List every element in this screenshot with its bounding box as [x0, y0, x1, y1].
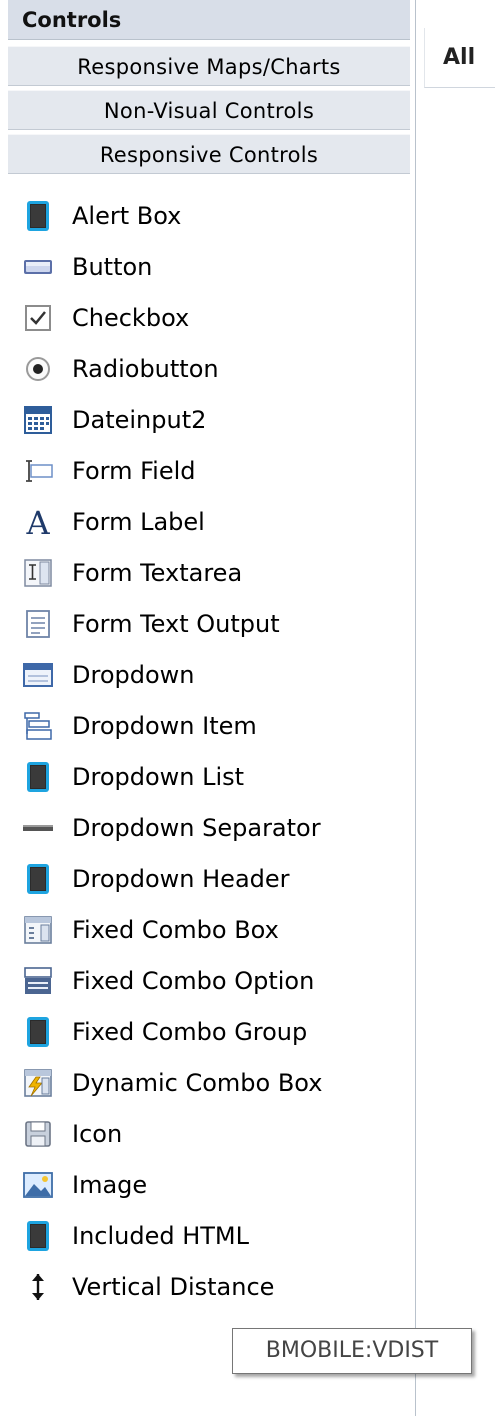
- combo-option-icon: [22, 965, 54, 997]
- control-item-label: Included HTML: [72, 1221, 250, 1250]
- control-item-label: Form Textarea: [72, 558, 243, 587]
- control-item-dropdown-separator[interactable]: Dropdown Separator: [0, 802, 410, 853]
- control-item-button[interactable]: Button: [0, 241, 410, 292]
- control-item-label: Radiobutton: [72, 354, 219, 383]
- controls-list: Alert Box Button Checkbox Radiobutton Datein…: [0, 190, 410, 1312]
- floppy-disk-icon: [22, 1118, 54, 1150]
- control-item-dynamic-combo-box[interactable]: Dynamic Combo Box: [0, 1057, 410, 1108]
- text-field-icon: [22, 455, 54, 487]
- control-item-label: Dropdown List: [72, 762, 245, 791]
- control-item-label: Form Field: [72, 456, 196, 485]
- control-item-dropdown[interactable]: Dropdown: [0, 649, 410, 700]
- combo-box-icon: [22, 914, 54, 946]
- control-item-label: Dropdown Separator: [72, 813, 321, 842]
- section-header-responsive-controls[interactable]: Responsive Controls: [8, 134, 410, 174]
- control-item-image[interactable]: Image: [0, 1159, 410, 1210]
- control-item-label: Image: [72, 1170, 148, 1199]
- control-item-label: Form Label: [72, 507, 205, 536]
- control-item-dropdown-list[interactable]: Dropdown List: [0, 751, 410, 802]
- section-header-non-visual-controls[interactable]: Non-Visual Controls: [8, 90, 410, 130]
- phone-frame-icon: [22, 761, 54, 793]
- control-item-label: Dropdown: [72, 660, 195, 689]
- radio-icon: [22, 353, 54, 385]
- phone-frame-icon: [22, 200, 54, 232]
- control-item-label: Icon: [72, 1119, 123, 1148]
- control-item-label: Alert Box: [72, 201, 182, 230]
- textarea-icon: [22, 557, 54, 589]
- control-item-radiobutton[interactable]: Radiobutton: [0, 343, 410, 394]
- control-item-form-field[interactable]: Form Field: [0, 445, 410, 496]
- control-item-label: Vertical Distance: [72, 1272, 275, 1301]
- control-item-label: Dynamic Combo Box: [72, 1068, 323, 1097]
- control-item-label: Dropdown Header: [72, 864, 290, 893]
- control-item-vertical-distance[interactable]: Vertical Distance: [0, 1261, 410, 1312]
- dynamic-combo-icon: [22, 1067, 54, 1099]
- control-item-checkbox[interactable]: Checkbox: [0, 292, 410, 343]
- control-item-form-label[interactable]: Form Label: [0, 496, 410, 547]
- control-item-label: Fixed Combo Group: [72, 1017, 308, 1046]
- control-item-label: Checkbox: [72, 303, 190, 332]
- controls-panel: Controls Responsive Maps/Charts Non-Visu…: [0, 0, 416, 1416]
- text-output-icon: [22, 608, 54, 640]
- tab-all[interactable]: All: [424, 28, 495, 88]
- panel-title: Controls: [8, 0, 410, 40]
- control-item-label: Button: [72, 252, 153, 281]
- control-item-fixed-combo-box[interactable]: Fixed Combo Box: [0, 904, 410, 955]
- control-item-fixed-combo-option[interactable]: Fixed Combo Option: [0, 955, 410, 1006]
- phone-frame-icon: [22, 863, 54, 895]
- tooltip: BMOBILE:VDIST: [232, 1328, 472, 1374]
- right-pane-header-bg: [424, 0, 495, 28]
- letter-a-icon: [22, 506, 54, 538]
- control-item-dropdown-item[interactable]: Dropdown Item: [0, 700, 410, 751]
- control-item-icon[interactable]: Icon: [0, 1108, 410, 1159]
- phone-frame-icon: [22, 1016, 54, 1048]
- section-header-responsive-maps-charts[interactable]: Responsive Maps/Charts: [8, 46, 410, 86]
- control-item-label: Fixed Combo Box: [72, 915, 279, 944]
- control-item-form-textarea[interactable]: Form Textarea: [0, 547, 410, 598]
- control-item-label: Dateinput2: [72, 405, 207, 434]
- control-item-dateinput2[interactable]: Dateinput2: [0, 394, 410, 445]
- control-item-included-html[interactable]: Included HTML: [0, 1210, 410, 1261]
- phone-frame-icon: [22, 1220, 54, 1252]
- control-item-label: Form Text Output: [72, 609, 280, 638]
- checkbox-icon: [22, 302, 54, 334]
- image-icon: [22, 1169, 54, 1201]
- control-item-label: Dropdown Item: [72, 711, 257, 740]
- control-item-form-text-output[interactable]: Form Text Output: [0, 598, 410, 649]
- dropdown-icon: [22, 659, 54, 691]
- separator-icon: [22, 812, 54, 844]
- control-item-fixed-combo-group[interactable]: Fixed Combo Group: [0, 1006, 410, 1057]
- vertical-arrow-icon: [22, 1271, 54, 1303]
- dropdown-item-icon: [22, 710, 54, 742]
- control-item-alert-box[interactable]: Alert Box: [0, 190, 410, 241]
- button-icon: [22, 251, 54, 283]
- calendar-icon: [22, 404, 54, 436]
- control-item-label: Fixed Combo Option: [72, 966, 315, 995]
- control-item-dropdown-header[interactable]: Dropdown Header: [0, 853, 410, 904]
